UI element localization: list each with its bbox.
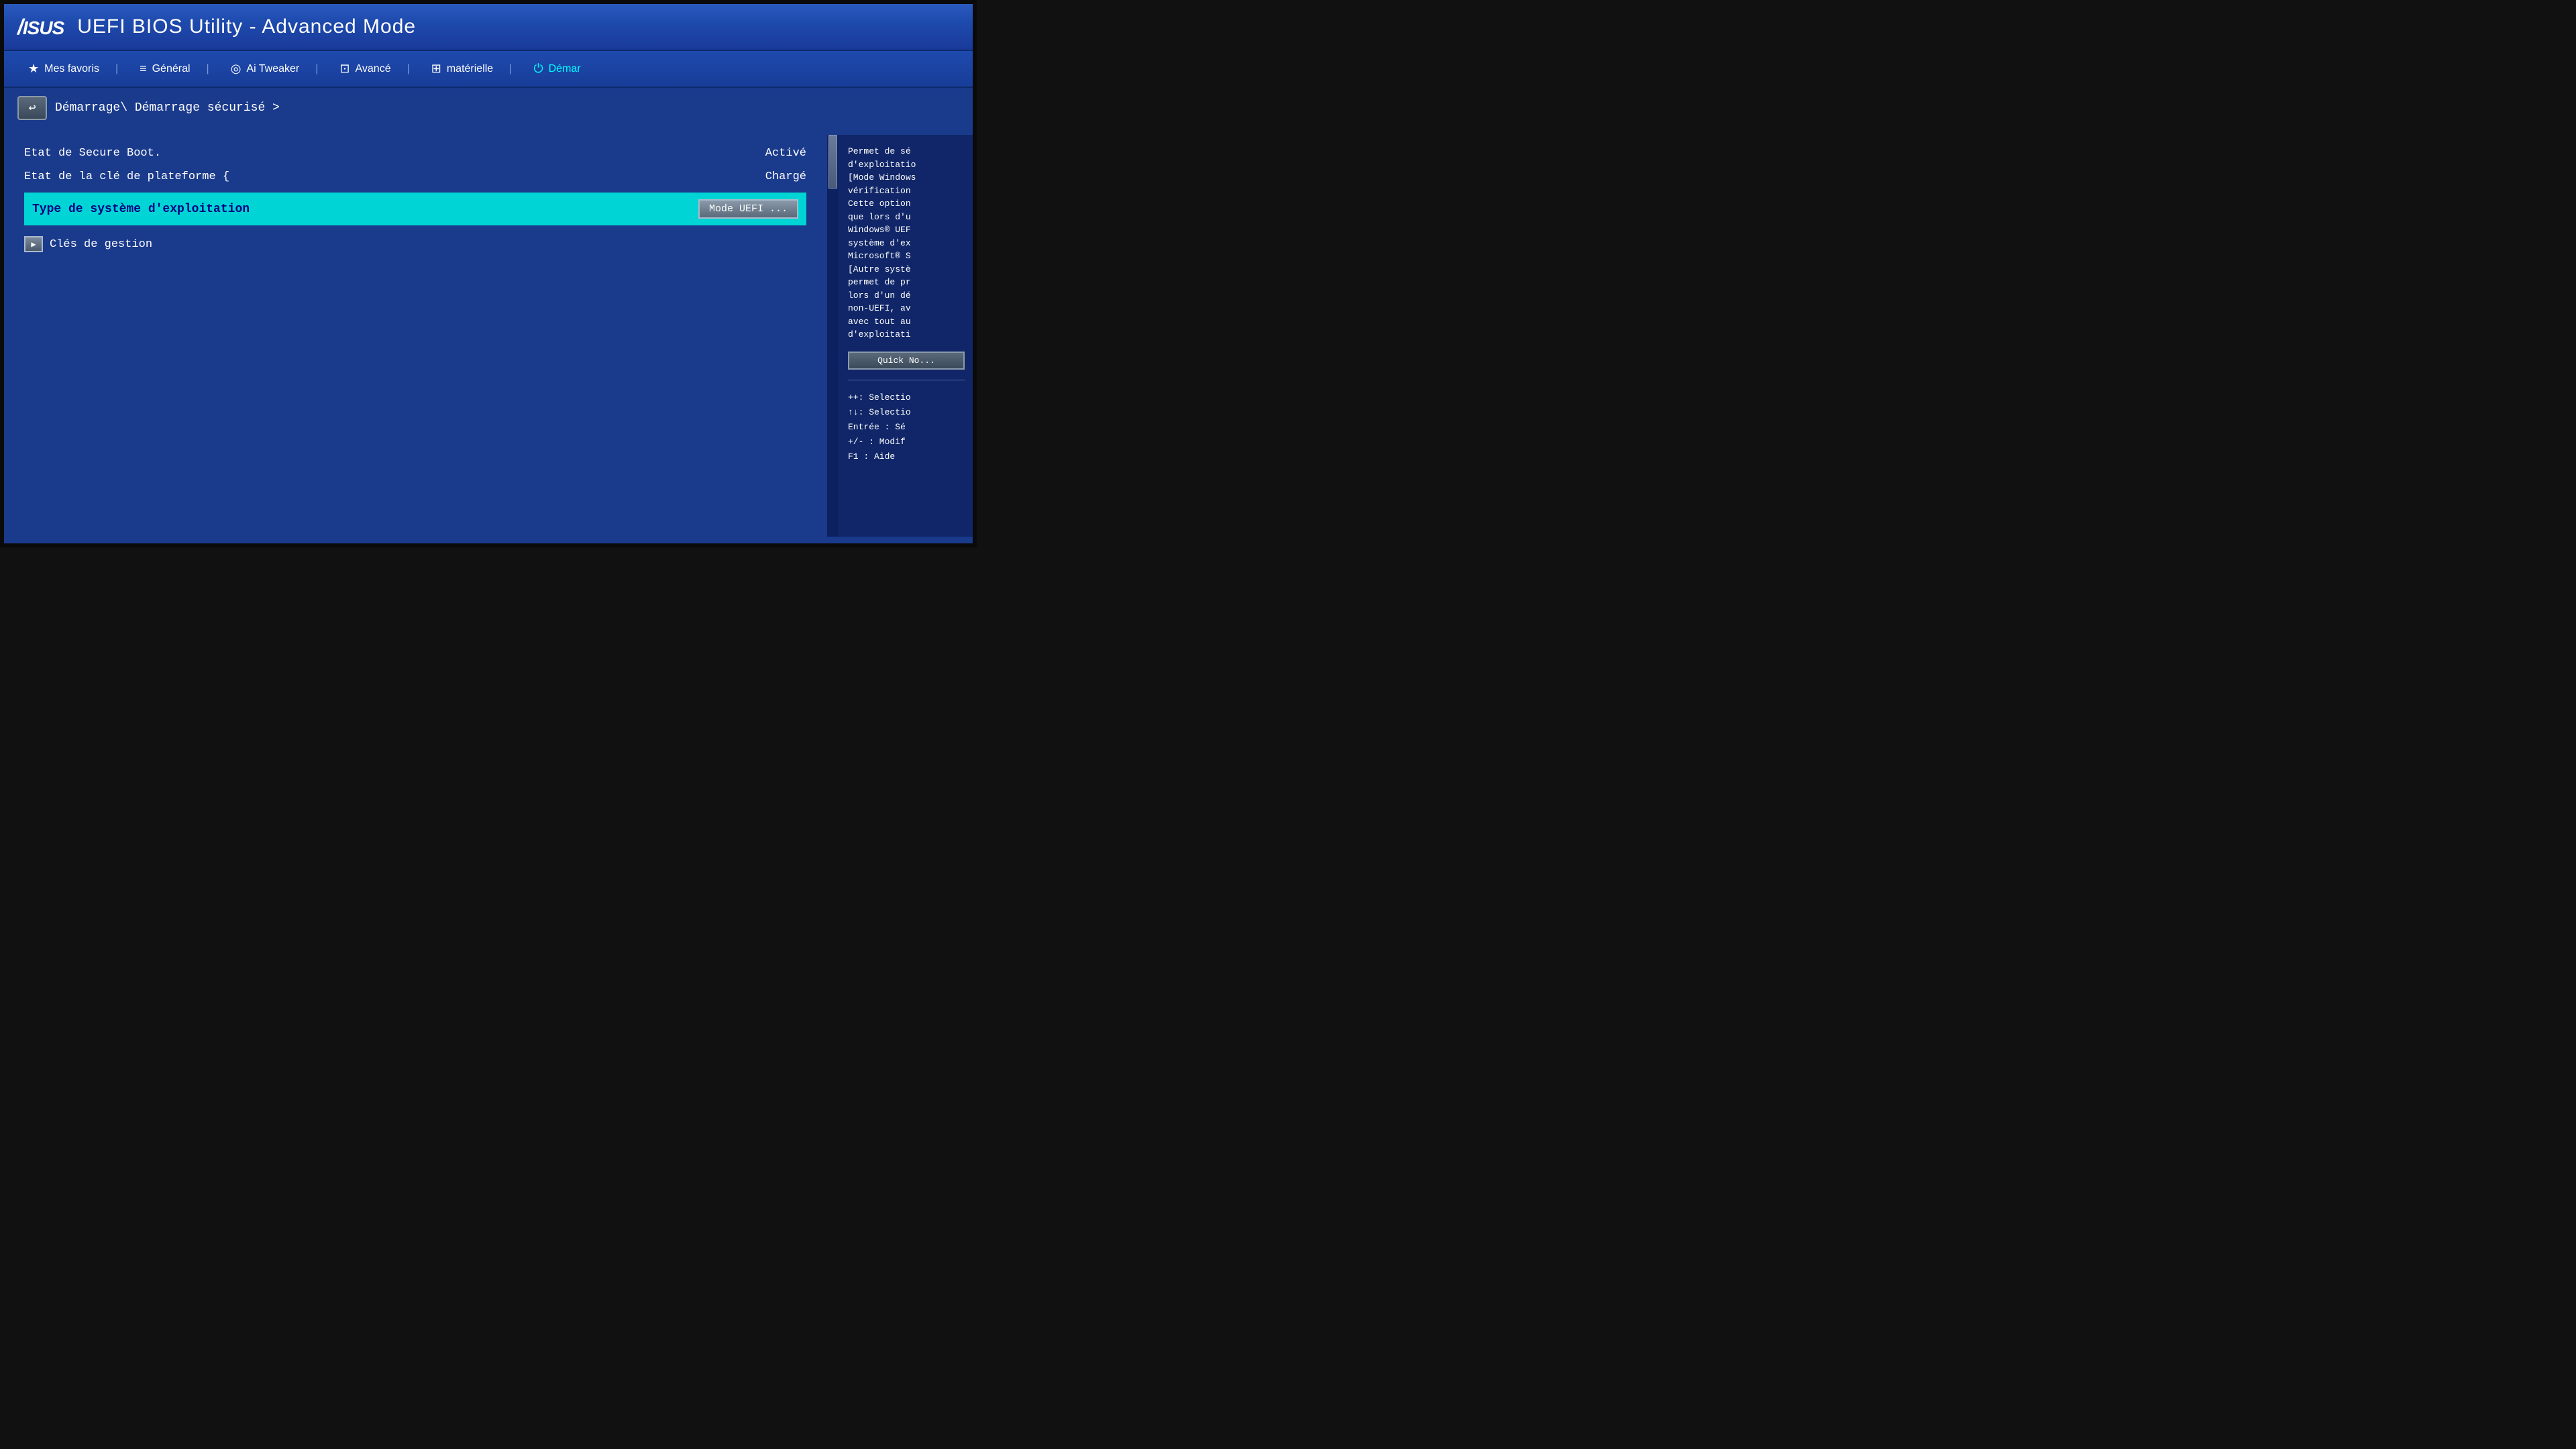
shortcut-0: ++: Selectio <box>848 390 965 405</box>
platform-key-label: Etat de la clé de plateforme { <box>24 170 229 183</box>
star-icon: ★ <box>28 62 39 76</box>
right-sidebar: Permet de sé d'exploitatio [Mode Windows… <box>839 135 973 537</box>
help-line-2: [Mode Windows <box>848 171 965 184</box>
shortcuts: ++: Selectio ↑↓: Selectio Entrée : Sé +/… <box>848 390 965 464</box>
help-line-7: système d'ex <box>848 237 965 250</box>
nav-label-demarrage: Démar <box>549 63 581 75</box>
nav-label-materielle: matérielle <box>447 63 493 75</box>
os-type-label: Type de système d'exploitation <box>32 203 250 216</box>
os-type-row[interactable]: Type de système d'exploitation Mode UEFI… <box>24 193 806 225</box>
nav-item-general[interactable]: ≡ Général <box>129 59 220 78</box>
nav-label-avance: Avancé <box>356 63 391 75</box>
status-row-platform-key: Etat de la clé de plateforme { Chargé <box>24 165 806 189</box>
help-line-3: vérification <box>848 184 965 198</box>
quick-note-button[interactable]: Quick No... <box>848 352 965 370</box>
nav-item-favoris[interactable]: ★ Mes favoris <box>17 59 129 78</box>
scrollbar[interactable] <box>826 135 839 537</box>
nav-bar: ★ Mes favoris ≡ Général ◎ Ai Tweaker ⊡ A… <box>4 51 973 88</box>
os-type-value[interactable]: Mode UEFI ... <box>698 199 798 219</box>
help-line-9: [Autre systè <box>848 263 965 276</box>
shortcut-4: F1 : Aide <box>848 449 965 464</box>
key-management-label: Clés de gestion <box>50 238 152 251</box>
help-line-10: permet de pr <box>848 276 965 289</box>
nav-label-general: Général <box>152 63 191 75</box>
help-line-5: que lors d'u <box>848 211 965 224</box>
key-management-row[interactable]: ▶ Clés de gestion <box>24 229 806 259</box>
main-content: Etat de Secure Boot. Activé Etat de la c… <box>4 128 973 543</box>
avance-icon: ⊡ <box>339 62 350 76</box>
shortcut-3: +/- : Modif <box>848 435 965 449</box>
help-text: Permet de sé d'exploitatio [Mode Windows… <box>848 145 965 341</box>
list-icon: ≡ <box>140 62 147 76</box>
nav-label-favoris: Mes favoris <box>44 63 99 75</box>
bios-title: UEFI BIOS Utility - Advanced Mode <box>77 15 416 38</box>
bios-screen: /ISUS UEFI BIOS Utility - Advanced Mode … <box>0 0 977 547</box>
help-line-0: Permet de sé <box>848 145 965 158</box>
breadcrumb-path: Démarrage\ Démarrage sécurisé > <box>55 101 280 115</box>
help-line-6: Windows® UEF <box>848 223 965 237</box>
nav-item-avance[interactable]: ⊡ Avancé <box>329 59 420 78</box>
back-icon: ↩ <box>29 101 36 115</box>
nav-item-materielle[interactable]: ⊞ matérielle <box>421 59 523 78</box>
help-line-11: lors d'un dé <box>848 289 965 303</box>
help-line-4: Cette option <box>848 197 965 211</box>
back-button[interactable]: ↩ <box>17 96 47 120</box>
asus-logo: /ISUS <box>17 15 64 40</box>
title-bar: /ISUS UEFI BIOS Utility - Advanced Mode <box>4 4 973 51</box>
nav-item-ai-tweaker[interactable]: ◎ Ai Tweaker <box>220 59 329 78</box>
nav-label-ai: Ai Tweaker <box>246 63 299 75</box>
materielle-icon: ⊞ <box>431 62 441 76</box>
content-area: Etat de Secure Boot. Activé Etat de la c… <box>4 135 826 537</box>
help-line-12: non-UEFI, av <box>848 302 965 315</box>
submenu-arrow-icon: ▶ <box>24 236 43 252</box>
shortcut-1: ↑↓: Selectio <box>848 405 965 420</box>
power-icon: ⏻ <box>533 62 543 76</box>
help-line-8: Microsoft® S <box>848 250 965 263</box>
secure-boot-value: Activé <box>765 147 806 160</box>
nav-item-demarrage[interactable]: ⏻ Démar <box>523 59 591 78</box>
help-line-1: d'exploitatio <box>848 158 965 172</box>
shortcut-2: Entrée : Sé <box>848 420 965 435</box>
status-row-secure-boot: Etat de Secure Boot. Activé <box>24 142 806 165</box>
secure-boot-label: Etat de Secure Boot. <box>24 147 161 160</box>
help-line-14: d'exploitati <box>848 328 965 341</box>
platform-key-value: Chargé <box>765 170 806 183</box>
scrollbar-thumb[interactable] <box>828 135 837 189</box>
breadcrumb-bar: ↩ Démarrage\ Démarrage sécurisé > <box>4 88 973 128</box>
help-line-13: avec tout au <box>848 315 965 329</box>
ai-icon: ◎ <box>231 62 241 76</box>
